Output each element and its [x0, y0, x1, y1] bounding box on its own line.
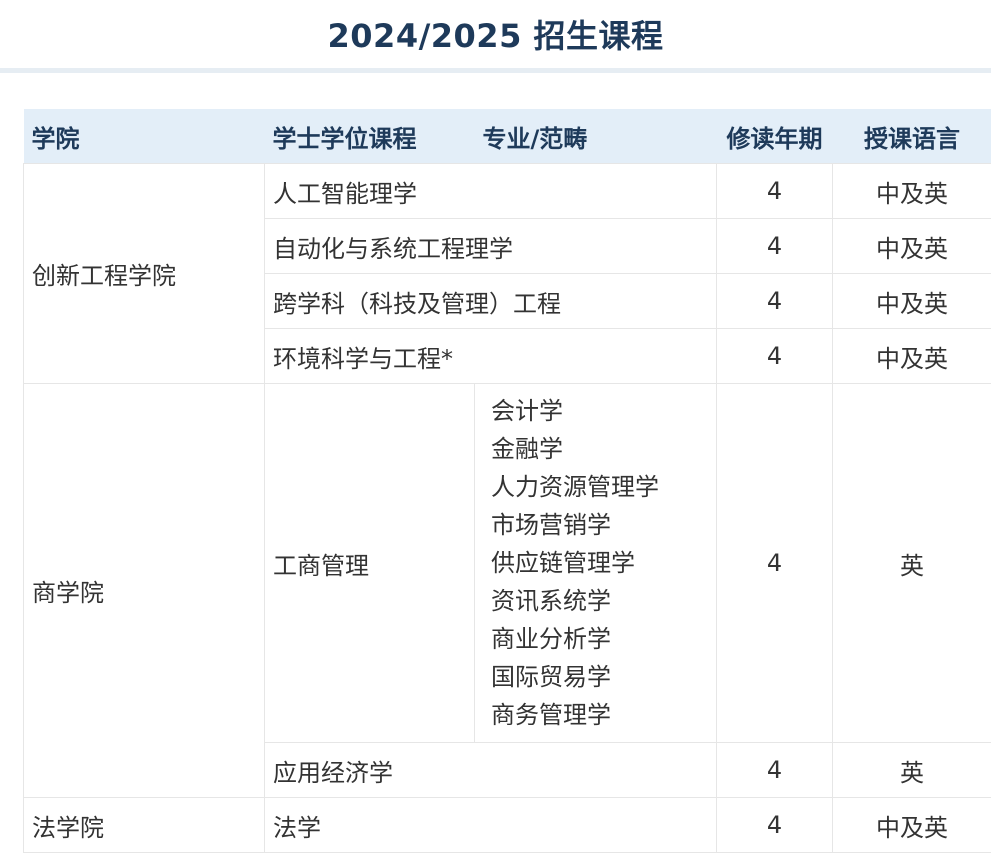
duration-cell: 4: [717, 274, 833, 329]
faculty-cell: 法学院: [24, 798, 265, 853]
duration-cell: 4: [717, 798, 833, 853]
header-faculty: 学院: [24, 109, 265, 164]
list-item: 资讯系统学: [491, 582, 700, 620]
specialization-cell: 会计学 金融学 人力资源管理学 市场营销学 供应链管理学 资讯系统学 商业分析学…: [475, 384, 717, 743]
duration-cell: 4: [717, 219, 833, 274]
header-duration: 修读年期: [717, 109, 833, 164]
header-language: 授课语言: [833, 109, 991, 164]
duration-cell: 4: [717, 164, 833, 219]
specialization-list: 会计学 金融学 人力资源管理学 市场营销学 供应链管理学 资讯系统学 商业分析学…: [483, 384, 708, 742]
program-cell: 人工智能理学: [265, 164, 717, 219]
program-cell: 自动化与系统工程理学: [265, 219, 717, 274]
list-item: 市场营销学: [491, 506, 700, 544]
page-header: 2024/2025 招生课程: [0, 0, 991, 73]
list-item: 金融学: [491, 430, 700, 468]
program-cell: 应用经济学: [265, 743, 717, 798]
list-item: 人力资源管理学: [491, 468, 700, 506]
table-row: 商学院 工商管理 会计学 金融学 人力资源管理学 市场营销学 供应链管理学 资讯…: [24, 384, 991, 743]
table-row: 创新工程学院 人工智能理学 4 中及英: [24, 164, 991, 219]
faculty-cell: 商学院: [24, 384, 265, 798]
table-row: 法学院 法学 4 中及英: [24, 798, 991, 853]
program-cell: 跨学科（科技及管理）工程: [265, 274, 717, 329]
page-title: 2024/2025 招生课程: [328, 11, 664, 57]
duration-cell: 4: [717, 329, 833, 384]
program-cell: 环境科学与工程*: [265, 329, 717, 384]
list-item: 商业分析学: [491, 620, 700, 658]
list-item: 会计学: [491, 392, 700, 430]
table-header-row: 学院 学士学位课程 专业/范畴 修读年期 授课语言: [24, 109, 991, 164]
list-item: 国际贸易学: [491, 658, 700, 696]
language-cell: 中及英: [833, 798, 991, 853]
programs-table: 学院 学士学位课程 专业/范畴 修读年期 授课语言 创新工程学院 人工智能理学 …: [23, 109, 991, 853]
header-specialization: 专业/范畴: [475, 109, 717, 164]
programs-table-container: 学院 学士学位课程 专业/范畴 修读年期 授课语言 创新工程学院 人工智能理学 …: [23, 109, 991, 853]
language-cell: 中及英: [833, 329, 991, 384]
duration-cell: 4: [717, 384, 833, 743]
header-program: 学士学位课程: [265, 109, 475, 164]
language-cell: 英: [833, 384, 991, 743]
language-cell: 中及英: [833, 219, 991, 274]
duration-cell: 4: [717, 743, 833, 798]
language-cell: 英: [833, 743, 991, 798]
language-cell: 中及英: [833, 164, 991, 219]
faculty-cell: 创新工程学院: [24, 164, 265, 384]
program-cell: 工商管理: [265, 384, 475, 743]
list-item: 供应链管理学: [491, 544, 700, 582]
list-item: 商务管理学: [491, 696, 700, 734]
program-cell: 法学: [265, 798, 717, 853]
language-cell: 中及英: [833, 274, 991, 329]
